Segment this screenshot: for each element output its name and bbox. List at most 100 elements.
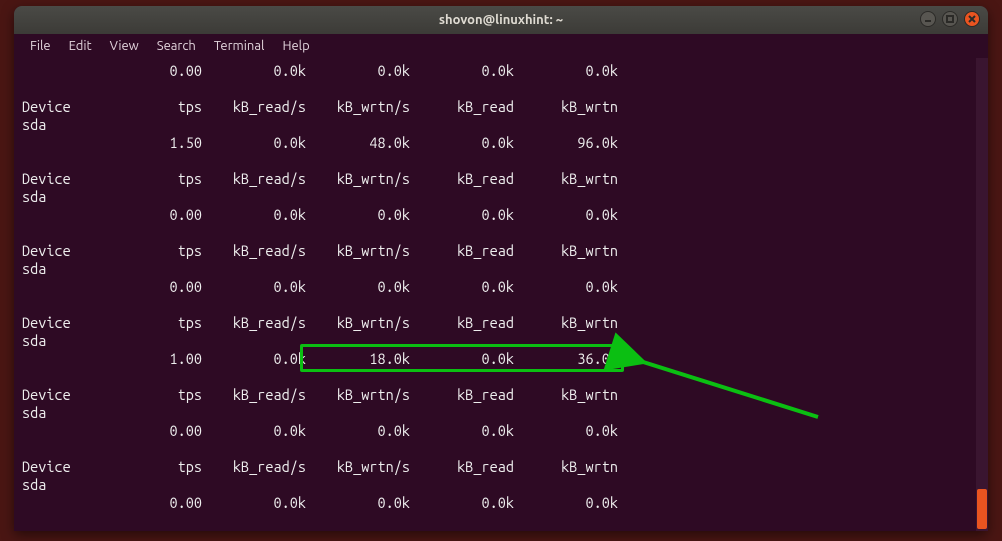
minimize-button[interactable] — [920, 11, 936, 27]
terminal-window: shovon@linuxhint: ~ File Edit View Searc… — [14, 6, 988, 531]
blank-line — [22, 80, 980, 98]
menu-search[interactable]: Search — [149, 37, 204, 55]
col-value: 0.0k — [410, 494, 514, 512]
device-name: sda — [22, 476, 90, 494]
close-button[interactable] — [964, 11, 980, 27]
scrollbar-thumb[interactable] — [977, 489, 987, 529]
col-header: tps — [90, 242, 202, 260]
col-header: kB_read — [410, 170, 514, 188]
col-header: kB_wrtn/s — [306, 170, 410, 188]
menu-help[interactable]: Help — [274, 37, 317, 55]
iostat-data-row: 0.000.0k0.0k0.0k0.0k — [22, 62, 980, 80]
iostat-header-row: DevicetpskB_read/skB_wrtn/skB_readkB_wrt… — [22, 170, 980, 188]
col-value: 0.00 — [90, 206, 202, 224]
menu-edit[interactable]: Edit — [61, 37, 100, 55]
col-header: Device — [22, 386, 90, 404]
col-value: 0.00 — [90, 494, 202, 512]
device-name: sda — [22, 116, 90, 134]
window-buttons — [920, 11, 980, 27]
col-value: 0.0k — [514, 206, 618, 224]
scrollbar[interactable] — [976, 58, 988, 531]
device-row: sda — [22, 260, 980, 278]
col-header: tps — [90, 170, 202, 188]
col-header: tps — [90, 386, 202, 404]
col-header: kB_wrtn/s — [306, 458, 410, 476]
col-header: kB_read — [410, 386, 514, 404]
iostat-data-row: 1.500.0k48.0k0.0k96.0k — [22, 134, 980, 152]
blank-line — [22, 512, 980, 530]
col-header: kB_read — [410, 98, 514, 116]
blank-line — [22, 224, 980, 242]
device-name: sda — [22, 404, 90, 422]
col-value: 0.0k — [410, 206, 514, 224]
col-header: kB_read/s — [202, 314, 306, 332]
iostat-header-row: DevicetpskB_read/skB_wrtn/skB_readkB_wrt… — [22, 458, 980, 476]
col-header: kB_read/s — [202, 170, 306, 188]
col-header: Device — [22, 314, 90, 332]
col-value: 0.0k — [306, 206, 410, 224]
col-header: tps — [90, 314, 202, 332]
col-value: 0.0k — [514, 422, 618, 440]
iostat-data-row: 1.000.0k18.0k0.0k36.0k — [22, 350, 980, 368]
device-row: sda — [22, 476, 980, 494]
col-header: kB_read — [410, 314, 514, 332]
col-value: 0.0k — [514, 278, 618, 296]
col-header: kB_wrtn/s — [306, 314, 410, 332]
iostat-data-row: 0.000.0k0.0k0.0k0.0k — [22, 278, 980, 296]
col-value: 1.50 — [90, 134, 202, 152]
col-header: Device — [22, 170, 90, 188]
col-value: 18.0k — [306, 350, 410, 368]
col-value: 0.0k — [410, 278, 514, 296]
blank-line — [22, 152, 980, 170]
col-value: 1.00 — [90, 350, 202, 368]
col-header: kB_read/s — [202, 386, 306, 404]
col-value: 0.0k — [306, 278, 410, 296]
col-value: 0.0k — [202, 206, 306, 224]
col-header: kB_wrtn — [514, 98, 618, 116]
device-name: sda — [22, 260, 90, 278]
blank-line — [22, 368, 980, 386]
menu-view[interactable]: View — [102, 37, 147, 55]
iostat-data-row: 0.000.0k0.0k0.0k0.0k — [22, 422, 980, 440]
iostat-header-row: DevicetpskB_read/skB_wrtn/skB_readkB_wrt… — [22, 314, 980, 332]
col-value: 96.0k — [514, 134, 618, 152]
iostat-data-row: 0.000.0k0.0k0.0k0.0k — [22, 206, 980, 224]
col-header: Device — [22, 458, 90, 476]
device-name: sda — [22, 332, 90, 350]
blank-line — [22, 296, 980, 314]
col-header: kB_wrtn — [514, 170, 618, 188]
col-header: tps — [90, 458, 202, 476]
col-value: 0.0k — [306, 62, 410, 80]
menu-file[interactable]: File — [22, 37, 59, 55]
col-header: kB_wrtn — [514, 314, 618, 332]
device-row: sda — [22, 116, 980, 134]
device-row: sda — [22, 332, 980, 350]
col-value: 0.0k — [202, 422, 306, 440]
col-header: kB_read/s — [202, 98, 306, 116]
col-value: 0.0k — [514, 494, 618, 512]
terminal-output[interactable]: 0.000.0k0.0k0.0k0.0k DevicetpskB_read/sk… — [14, 58, 988, 531]
col-header: kB_wrtn — [514, 242, 618, 260]
menu-terminal[interactable]: Terminal — [206, 37, 273, 55]
device-name: sda — [22, 188, 90, 206]
col-header: Device — [22, 242, 90, 260]
col-header: kB_wrtn/s — [306, 386, 410, 404]
col-value: 0.0k — [410, 134, 514, 152]
col-value: 0.0k — [514, 62, 618, 80]
col-value: 0.0k — [202, 62, 306, 80]
col-value: 0.0k — [202, 134, 306, 152]
col-header: tps — [90, 98, 202, 116]
col-value: 0.0k — [202, 278, 306, 296]
device-row: sda — [22, 188, 980, 206]
col-value: 0.0k — [306, 494, 410, 512]
col-value: 0.0k — [202, 350, 306, 368]
maximize-button[interactable] — [942, 11, 958, 27]
iostat-data-row: 0.000.0k0.0k0.0k0.0k — [22, 494, 980, 512]
col-header: kB_wrtn — [514, 386, 618, 404]
col-header: kB_wrtn — [514, 458, 618, 476]
col-value: 0.0k — [306, 422, 410, 440]
col-value: 0.00 — [90, 422, 202, 440]
iostat-header-row: DevicetpskB_read/skB_wrtn/skB_readkB_wrt… — [22, 242, 980, 260]
col-header: kB_read — [410, 242, 514, 260]
col-value: 0.00 — [90, 62, 202, 80]
